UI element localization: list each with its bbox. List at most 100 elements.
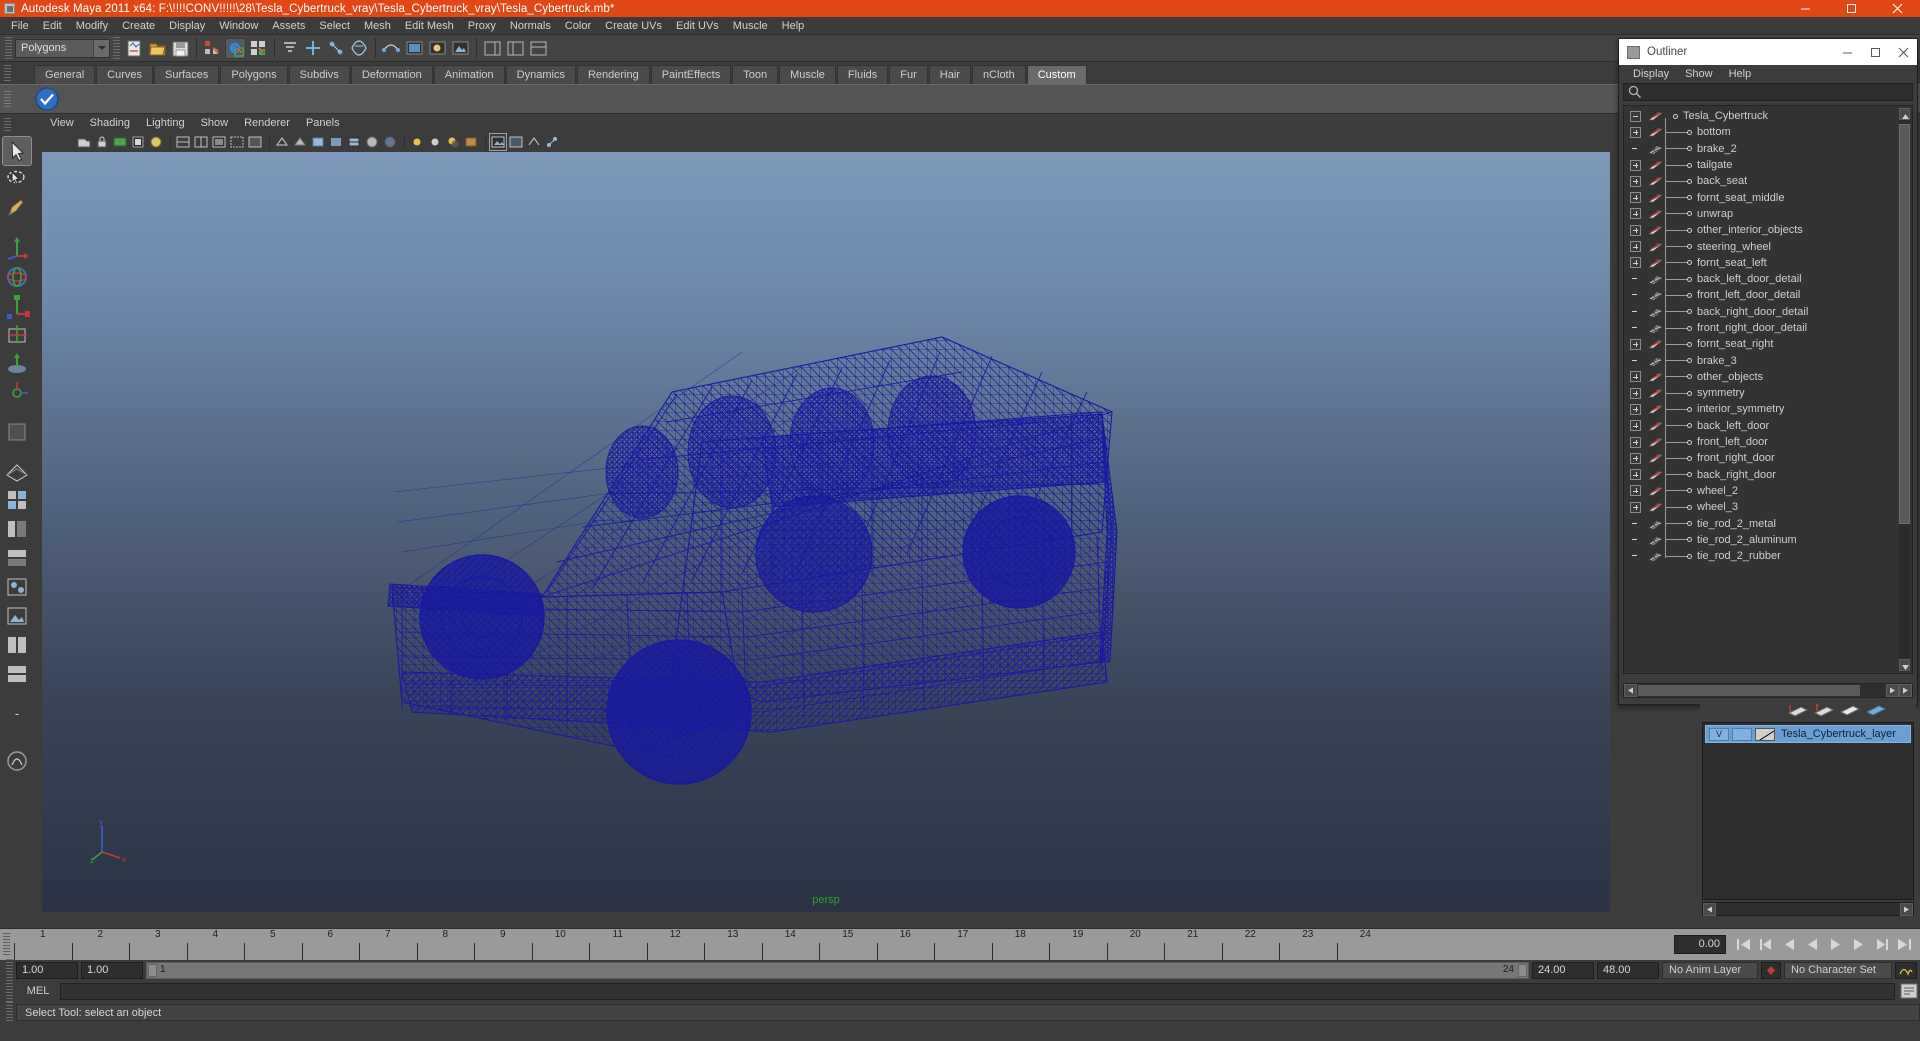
outliner-menu-help[interactable]: Help [1721,65,1760,83]
shelf-tab-hair[interactable]: Hair [928,65,971,84]
layer-new-selected-icon[interactable] [1811,702,1837,718]
expand-node-icon[interactable] [1630,126,1641,138]
construction-history-icon[interactable] [381,38,402,59]
scroll-up-arrow[interactable] [1899,108,1910,120]
statusline-grip-2[interactable] [113,37,120,59]
menu-item-file[interactable]: File [4,17,36,35]
use-default-material-icon[interactable] [364,134,380,150]
expand-node-icon[interactable] [1630,257,1641,269]
select-tool[interactable] [2,136,32,166]
menu-item-edit-uvs[interactable]: Edit UVs [669,17,726,35]
shelf-tab-general[interactable]: General [34,65,96,84]
step-back-frame-button[interactable] [1779,934,1800,955]
current-frame-field[interactable]: 0.00 [1674,934,1726,954]
expand-node-icon[interactable] [1630,436,1641,448]
bookmark-icon[interactable] [130,134,146,150]
expand-node-icon[interactable] [1630,208,1641,220]
outliner-vertical-scrollbar[interactable] [1899,108,1910,671]
close-button[interactable] [1874,0,1920,17]
expand-node-icon[interactable] [1630,371,1641,383]
timeline-grip[interactable] [3,933,10,957]
single-perspective-layout[interactable] [3,457,31,485]
menu-item-edit-mesh[interactable]: Edit Mesh [398,17,461,35]
two-pane-stacked-layout[interactable] [3,660,31,688]
image-plane-icon[interactable] [148,134,164,150]
menu-item-create-uvs[interactable]: Create UVs [598,17,669,35]
menu-item-muscle[interactable]: Muscle [726,17,775,35]
snap-to-grid-icon[interactable] [280,38,301,59]
layer-playback-toggle[interactable] [1732,727,1752,741]
persp-outliner-layout[interactable] [3,515,31,543]
display-layer-item[interactable]: V Tesla_Cybertruck_layer [1705,725,1911,743]
resolution-gate-icon[interactable] [229,134,245,150]
expand-node-icon[interactable] [1630,224,1641,236]
toggle-channel-box-icon[interactable] [528,38,549,59]
lock-camera-icon[interactable] [94,134,110,150]
outliner-scroll-thumb[interactable] [1899,124,1910,524]
step-back-keyframe-button[interactable] [1756,934,1777,955]
four-view-layout[interactable] [3,486,31,514]
select-camera-icon[interactable] [76,134,92,150]
select-by-component-icon[interactable] [248,38,269,59]
scroll-left-arrow[interactable] [1624,684,1637,697]
script-editor-icon[interactable] [1898,982,1920,1000]
viewport-canvas[interactable]: y x z persp [42,152,1610,912]
shelf-tab-custom[interactable]: Custom [1026,65,1087,84]
hardware-texturing-icon[interactable] [463,134,479,150]
outliner-menu-show[interactable]: Show [1677,65,1721,83]
range-slider[interactable]: 1 24 [146,961,1529,979]
go-to-start-button[interactable] [1733,934,1754,955]
xray-icon[interactable] [382,134,398,150]
animation-preferences-icon[interactable] [1895,961,1917,979]
open-scene-icon[interactable] [147,38,168,59]
paint-effects-canvas[interactable] [3,747,31,775]
viewport-menu-lighting[interactable]: Lighting [138,114,193,132]
expand-node-icon[interactable] [1630,469,1641,481]
persp-graph-layout[interactable] [3,544,31,572]
shelf-tab-rendering[interactable]: Rendering [576,65,650,84]
expand-node-icon[interactable] [1630,501,1641,513]
expand-node-icon[interactable] [1630,420,1641,432]
two-pane-side-layout[interactable] [3,631,31,659]
universal-manipulator-tool[interactable] [3,321,31,349]
persp-render-layout[interactable] [3,602,31,630]
layer-sort-icon[interactable] [1837,702,1863,718]
anim-layer-dropdown[interactable]: No Anim Layer [1662,961,1758,979]
go-to-end-button[interactable] [1894,934,1915,955]
shelf-tab-polygons[interactable]: Polygons [220,65,288,84]
playback-end-field[interactable]: 24.00 [1532,961,1594,979]
selection-mode-dropdown[interactable]: Polygons [15,38,110,58]
layer-scroll-left-arrow[interactable] [1703,902,1716,916]
menu-item-display[interactable]: Display [162,17,212,35]
high-quality-render-icon[interactable] [489,132,507,151]
menu-item-normals[interactable]: Normals [503,17,558,35]
step-forward-keyframe-button[interactable] [1871,934,1892,955]
smooth-shade-selected-icon[interactable] [310,134,326,150]
xray-joints-icon[interactable] [544,134,560,150]
command-language-label[interactable]: MEL [16,985,60,997]
smooth-shade-all-icon[interactable] [292,134,308,150]
more-layouts[interactable]: - [3,699,31,727]
render-current-frame-icon[interactable] [404,38,425,59]
shelf-tab-toon[interactable]: Toon [732,65,779,84]
menu-item-edit[interactable]: Edit [36,17,69,35]
use-selected-lights-icon[interactable] [427,134,443,150]
menu-item-help[interactable]: Help [775,17,812,35]
viewport-menu-view[interactable]: View [42,114,82,132]
expand-node-icon[interactable] [1630,338,1641,350]
flat-shade-icon[interactable] [328,134,344,150]
animation-start-field[interactable]: 1.00 [16,961,78,979]
play-backwards-button[interactable] [1802,934,1823,955]
snap-to-view-plane-icon[interactable] [349,38,370,59]
maximize-button[interactable] [1828,0,1874,17]
display-layer-list[interactable]: V Tesla_Cybertruck_layer [1702,722,1914,900]
new-scene-icon[interactable] [124,38,145,59]
outliner-minimize-button[interactable] [1833,39,1861,65]
scale-tool[interactable] [3,292,31,320]
outliner-horizontal-scrollbar[interactable] [1623,683,1913,698]
outliner-tree[interactable]: Tesla_Cybertruck bottom brake_2 tailgate bac… [1623,105,1913,674]
layer-scroll-right-arrow[interactable] [1900,902,1913,916]
rotate-tool[interactable] [3,263,31,291]
shelf-tab-deformation[interactable]: Deformation [350,65,433,84]
play-forwards-button[interactable] [1825,934,1846,955]
